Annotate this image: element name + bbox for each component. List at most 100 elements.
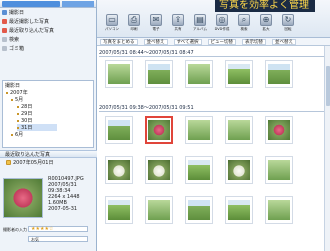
- disc-icon: ◎: [216, 14, 228, 26]
- thumbnail[interactable]: [265, 156, 293, 184]
- search-icon: [2, 37, 7, 42]
- scrollbar-thumb[interactable]: [326, 66, 330, 106]
- group-button[interactable]: 写真をまとめる: [100, 38, 138, 45]
- thumbnail[interactable]: [265, 196, 293, 224]
- tab-date[interactable]: [62, 1, 94, 7]
- thumbnail[interactable]: [265, 116, 293, 144]
- tree-day[interactable]: 28日: [17, 103, 32, 110]
- zoom-button[interactable]: ⊕ 拡大: [257, 14, 275, 36]
- photo: [148, 200, 170, 220]
- photo: [268, 160, 290, 180]
- photo: [228, 64, 250, 84]
- toolbar-title: 写真を効率よく管理: [215, 0, 315, 12]
- tree-day[interactable]: 30日: [17, 117, 32, 124]
- thumbnail[interactable]: [145, 60, 173, 88]
- thumbnail[interactable]: [185, 60, 213, 88]
- group-header: 2007/05/31 08:44〜2007/05/31 08:47: [99, 50, 194, 56]
- rating-stars[interactable]: ★★★★☆: [28, 226, 88, 232]
- section-recent-import[interactable]: 最近取り込んだ写真: [0, 150, 97, 158]
- sidebar-item-recent-import[interactable]: 最近取り込んだ写真: [2, 27, 54, 34]
- photo: [228, 120, 250, 140]
- info-taken: 2007-05-31: [48, 206, 78, 212]
- thumbnail[interactable]: [105, 156, 133, 184]
- vertical-scrollbar[interactable]: [324, 46, 330, 251]
- dvd-button[interactable]: ◎ DVD作成: [213, 14, 231, 36]
- tree-root[interactable]: 撮影日: [5, 82, 20, 89]
- photo: [188, 64, 210, 84]
- select-all-button[interactable]: すべて選択: [173, 38, 202, 45]
- sort-button[interactable]: 並べ替え: [143, 38, 168, 45]
- tree-day-selected[interactable]: 31日: [17, 124, 57, 131]
- tree-month[interactable]: 5月: [11, 96, 23, 103]
- thumbnail[interactable]: [105, 196, 133, 224]
- folder-icon: [17, 119, 19, 122]
- print-button[interactable]: ⎙ 印刷: [125, 14, 143, 36]
- date-tree: 撮影日 2007年 5月 28日 29日 30日 31日 6月: [2, 80, 94, 148]
- zoom-icon: ⊕: [260, 14, 272, 26]
- search-button[interactable]: ⌕ 検索: [235, 14, 253, 36]
- photo-info: R0010497.JPG 2007/05/31 09:38:34 2264 x …: [48, 176, 84, 212]
- preview-image: [3, 178, 43, 218]
- share-button[interactable]: ⇪ 共有: [169, 14, 187, 36]
- sort-order-button[interactable]: 並べ替え: [272, 38, 297, 45]
- thumbnail[interactable]: [185, 116, 213, 144]
- thumbnail[interactable]: [105, 116, 133, 144]
- group-header: 2007/05/31 09:38〜2007/05/31 09:51: [99, 105, 194, 111]
- thumbnail[interactable]: [225, 156, 253, 184]
- mail-button[interactable]: ✉ 電子: [147, 14, 165, 36]
- photo: [188, 160, 210, 180]
- search-icon: ⌕: [238, 14, 250, 26]
- thumbnail[interactable]: [105, 60, 133, 88]
- folder-icon: [11, 98, 13, 101]
- sidebar-item-recent-taken[interactable]: 最近撮影した写真: [2, 18, 49, 25]
- pc-button[interactable]: ▭ パソコン: [103, 14, 121, 36]
- photo: [148, 64, 170, 84]
- thumbnail[interactable]: [185, 156, 213, 184]
- thumbnail-area: 2007/05/31 08:44〜2007/05/31 08:47 2007/0…: [97, 46, 330, 251]
- preview-photo: [4, 179, 42, 217]
- group-divider: [99, 111, 327, 112]
- rotate-button[interactable]: ↻ 回転: [279, 14, 297, 36]
- thumbnail[interactable]: [145, 196, 173, 224]
- photo: [188, 120, 210, 140]
- sidebar-item-search[interactable]: 検索: [2, 36, 19, 43]
- field-label: 撮影者の入力: [3, 227, 27, 232]
- thumbnail[interactable]: [265, 60, 293, 88]
- import-icon: [2, 28, 7, 33]
- thumbnail[interactable]: [145, 156, 173, 184]
- sidebar-item-date[interactable]: 撮影日: [2, 9, 24, 16]
- thumbnail[interactable]: [185, 196, 213, 224]
- print-icon: ⎙: [128, 14, 140, 26]
- tree-day[interactable]: 29日: [17, 110, 32, 117]
- display-switch-button[interactable]: 表示切替: [242, 38, 267, 45]
- folder-icon: [6, 91, 8, 94]
- view-switch-button[interactable]: ピュー切替: [207, 38, 237, 45]
- album-button[interactable]: ▤ アルバム: [191, 14, 209, 36]
- photo: [228, 160, 250, 180]
- folder-icon: [17, 112, 19, 115]
- pc-icon: ▭: [106, 14, 118, 26]
- comment-field[interactable]: お気: [28, 236, 88, 242]
- folder-icon: [11, 133, 13, 136]
- tab-folders[interactable]: [2, 1, 60, 7]
- calendar-icon: [2, 10, 7, 15]
- thumbnail-selected[interactable]: [145, 116, 173, 144]
- folder-icon: [17, 126, 19, 129]
- photo: [108, 120, 130, 140]
- sidebar-item-trash[interactable]: ゴミ箱: [2, 45, 24, 52]
- tree-year[interactable]: 2007年: [6, 89, 28, 96]
- mail-icon: ✉: [150, 14, 162, 26]
- thumbnail[interactable]: [225, 60, 253, 88]
- rotate-icon: ↻: [282, 14, 294, 26]
- thumbnail[interactable]: [225, 196, 253, 224]
- folder-icon: [17, 105, 19, 108]
- group-divider: [99, 56, 327, 57]
- camera-icon: [2, 19, 7, 24]
- photo: [148, 160, 170, 180]
- photo: [108, 200, 130, 220]
- import-date-item[interactable]: 2007年05月01日: [6, 159, 53, 166]
- main-toolbar: 写真を効率よく管理 ▭ パソコン ⎙ 印刷 ✉ 電子 ⇪ 共有 ▤ アルバム ◎ DVD作成…: [97, 0, 330, 38]
- left-panel: 撮影日 最近撮影した写真 最近取り込んだ写真 検索 ゴミ箱 撮影日 2007年 …: [0, 0, 97, 251]
- tree-month[interactable]: 6月: [11, 131, 23, 138]
- thumbnail[interactable]: [225, 116, 253, 144]
